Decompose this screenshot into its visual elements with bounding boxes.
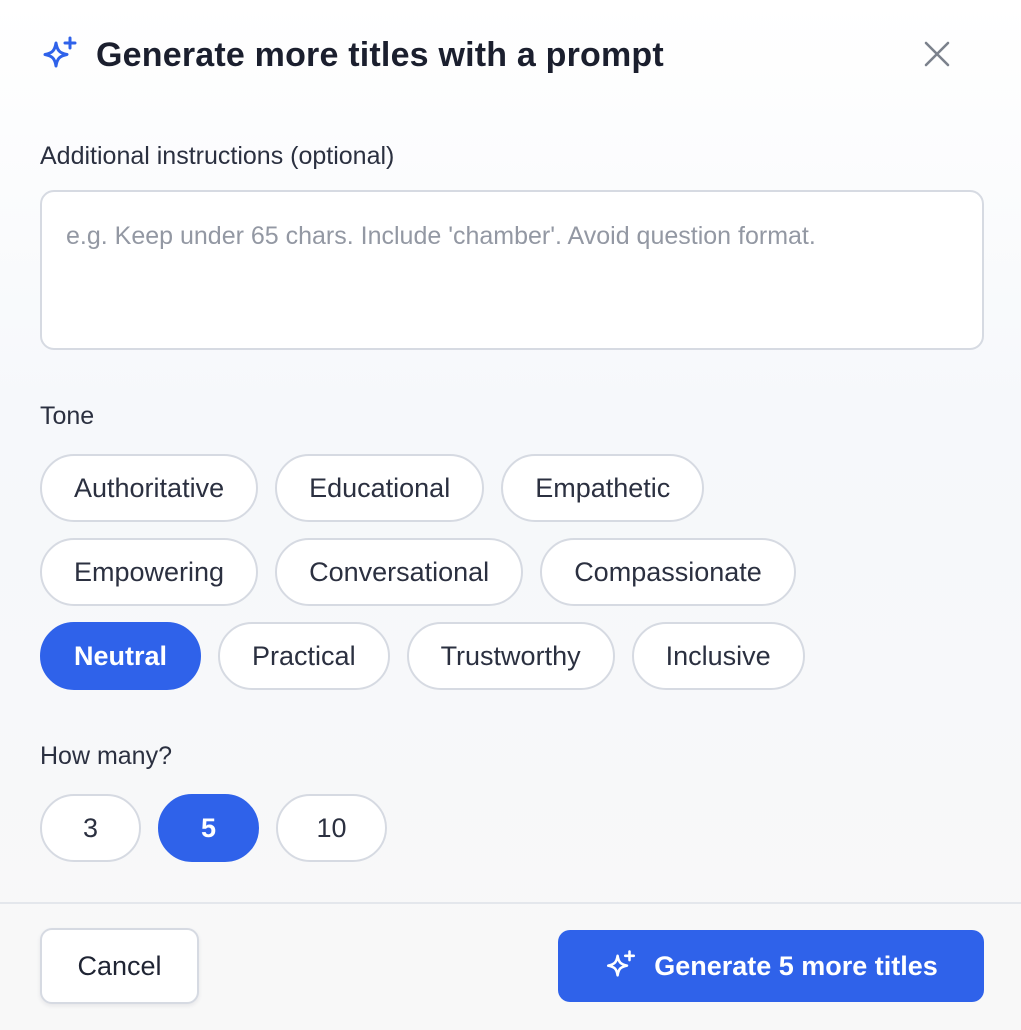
close-button[interactable] [917,36,957,76]
tone-chip-empowering[interactable]: Empowering [40,538,259,606]
dialog-header: Generate more titles with a prompt [40,30,981,80]
tone-chip-neutral[interactable]: Neutral [40,622,202,690]
count-label: How many? [40,742,172,770]
sparkle-icon [604,949,638,983]
generate-button-label: Generate 5 more titles [654,950,938,981]
tone-row-3: Neutral Practical Trustworthy Inclusive [40,622,805,690]
sparkle-icon [40,35,80,75]
tone-chip-authoritative[interactable]: Authoritative [40,454,259,522]
count-option-10[interactable]: 10 [276,794,387,862]
tone-chip-inclusive[interactable]: Inclusive [631,622,805,690]
close-icon [923,40,951,73]
count-option-5[interactable]: 5 [158,794,259,862]
tone-row-2: Empowering Conversational Compassionate [40,538,796,606]
tone-chip-practical[interactable]: Practical [218,622,390,690]
generate-button[interactable]: Generate 5 more titles [558,930,984,1002]
count-option-3[interactable]: 3 [40,794,141,862]
cancel-button[interactable]: Cancel [40,928,199,1004]
tone-chip-compassionate[interactable]: Compassionate [540,538,796,606]
count-options: 3 5 10 [40,794,387,862]
tone-label: Tone [40,402,95,430]
instructions-textarea[interactable] [40,190,984,350]
instructions-label: Additional instructions (optional) [40,142,395,170]
tone-row-1: Authoritative Educational Empathetic [40,454,705,522]
tone-chip-educational[interactable]: Educational [275,454,485,522]
dialog-title: Generate more titles with a prompt [96,35,664,74]
generate-titles-dialog: Generate more titles with a prompt Addit… [0,0,1021,1030]
tone-chip-trustworthy[interactable]: Trustworthy [406,622,615,690]
tone-chip-conversational[interactable]: Conversational [275,538,524,606]
footer-divider [0,902,1021,904]
tone-chip-empathetic[interactable]: Empathetic [501,454,705,522]
